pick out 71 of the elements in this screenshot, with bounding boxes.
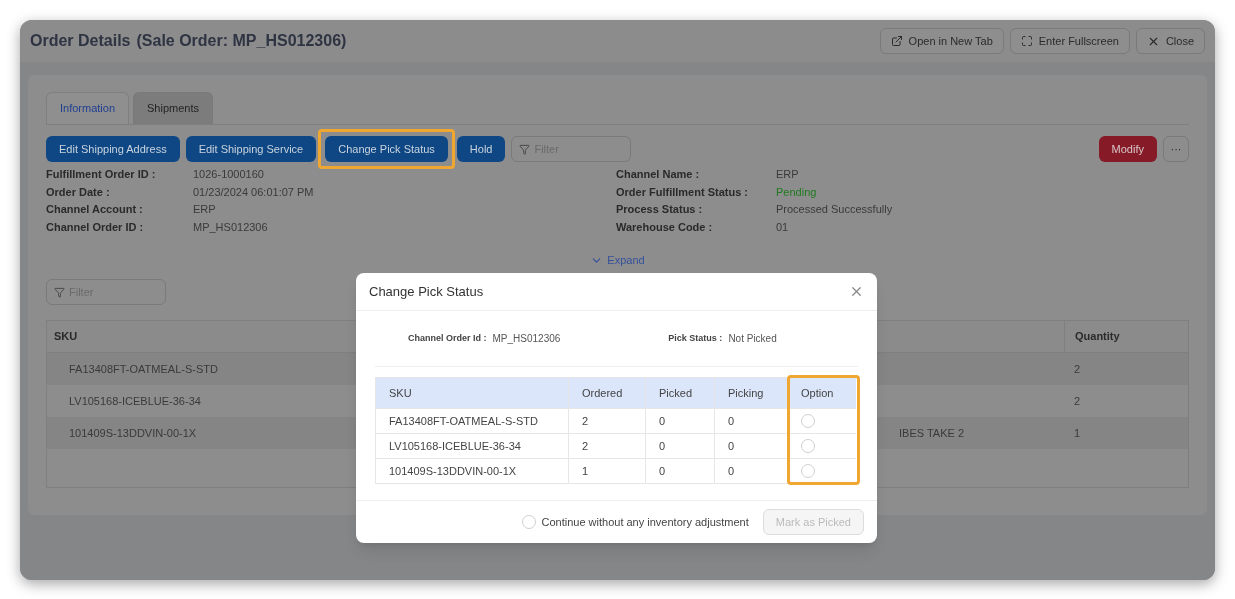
table-cell-text: LV105168-ICEBLUE-36-34	[68, 393, 202, 409]
table-cell: 2	[568, 433, 645, 458]
column-header: Option	[787, 378, 856, 408]
table-cell: 0	[645, 458, 714, 483]
field-value: Not Picked	[728, 332, 777, 346]
close-button[interactable]	[849, 284, 864, 299]
field-value: MP_HS012306	[193, 219, 269, 235]
window-title: Order Details	[30, 31, 131, 51]
window-action-button[interactable]: Open in New Tab	[879, 28, 1004, 54]
table-cell: 0	[714, 433, 787, 458]
radio-button[interactable]	[801, 439, 815, 453]
field-label: Pick Status :	[668, 331, 723, 345]
table-cell-text: FA13408FT-OATMEAL-S-STD	[68, 361, 219, 377]
field-value: 01	[776, 219, 790, 235]
window-subtitle: (Sale Order: MP_HS012306)	[136, 31, 347, 51]
field-label: Fulfillment Order ID :	[46, 167, 157, 183]
field-label: Order Fulfillment Status :	[616, 184, 749, 200]
column-header: SKU	[376, 378, 568, 408]
radio-button[interactable]	[801, 414, 815, 428]
table-cell-text: IBES TAKE 2	[899, 425, 964, 441]
table-cell: 2	[568, 408, 645, 433]
field-label: Channel Name :	[616, 167, 701, 183]
column-header: Quantity	[1064, 320, 1188, 352]
table-cell: LV105168-ICEBLUE-36-34	[376, 433, 568, 458]
toolbar-button[interactable]: Change Pick Status	[325, 136, 448, 163]
filter-icon	[54, 286, 65, 298]
field-label: Process Status :	[616, 202, 704, 218]
toolbar-button[interactable]: Edit Shipping Address	[46, 136, 180, 163]
column-header: Picked	[645, 378, 714, 408]
table-cell: 101409S-13DDVIN-00-1X	[376, 458, 568, 483]
table-cell-text: 2	[1073, 393, 1082, 409]
fullscreen-icon	[1020, 35, 1033, 47]
expand-link[interactable]: Expand	[590, 252, 645, 269]
table-cell-text: 101409S-13DDVIN-00-1X	[68, 425, 198, 441]
field-label: Order Date :	[46, 184, 111, 200]
radio-button[interactable]	[801, 464, 815, 478]
table-cell: 0	[645, 433, 714, 458]
more-button[interactable]: ···	[1163, 136, 1189, 163]
field-value: ERP	[776, 167, 800, 183]
field-value: MP_HS012306	[492, 332, 561, 346]
tab[interactable]: Shipments	[133, 92, 213, 124]
column-header: SKU	[53, 329, 79, 344]
external-link-icon	[890, 35, 903, 47]
table-cell: FA13408FT-OATMEAL-S-STD	[376, 408, 568, 433]
modify-button[interactable]: Modify	[1098, 136, 1157, 163]
toolbar-button[interactable]: Edit Shipping Service	[185, 136, 317, 163]
table-cell-text: 1	[1073, 425, 1082, 441]
window-action-button[interactable]: Close	[1135, 28, 1205, 54]
field-value: 1026-1000160	[193, 167, 265, 183]
dialog-title: Change Pick Status	[369, 282, 484, 301]
field-label: Channel Order ID :	[46, 219, 145, 235]
toolbar-button[interactable]: Hold	[456, 136, 506, 163]
status-value: Pending	[776, 184, 818, 200]
column-header: Ordered	[568, 378, 645, 408]
filter-icon	[519, 144, 531, 156]
table-cell: 0	[714, 458, 787, 483]
field-label: Warehouse Code :	[616, 219, 714, 235]
table-cell: 0	[714, 408, 787, 433]
tab[interactable]: Information	[46, 92, 130, 124]
field-value: ERP	[193, 202, 217, 218]
option-label: Continue without any inventory adjustment	[541, 514, 749, 530]
field-label: Channel Order Id :	[408, 331, 487, 345]
field-value: 01/23/2024 06:01:07 PM	[193, 184, 315, 200]
radio-button[interactable]	[521, 515, 536, 529]
table-cell: 0	[645, 408, 714, 433]
field-value: Processed Successfully	[776, 202, 893, 218]
table-cell-text: 2	[1073, 361, 1082, 377]
column-header: Picking	[714, 378, 787, 408]
field-label: Channel Account :	[46, 202, 144, 218]
table-cell: 1	[568, 458, 645, 483]
window-action-button[interactable]: Enter Fullscreen	[1009, 28, 1130, 54]
